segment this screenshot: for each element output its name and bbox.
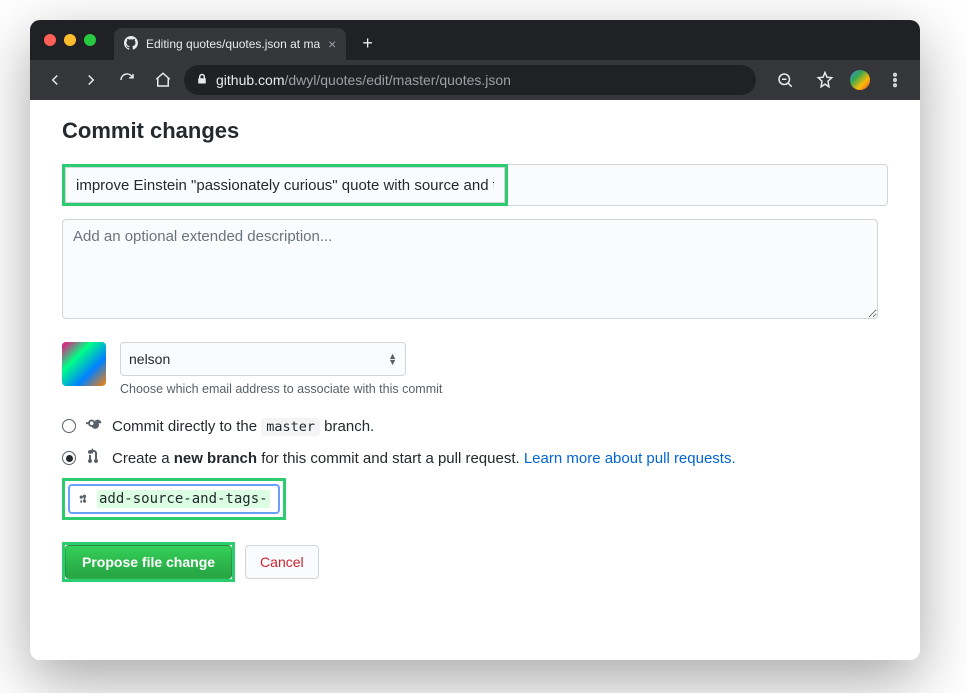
pull-request-learn-more-link[interactable]: Learn more about pull requests. (524, 450, 736, 467)
propose-file-change-button[interactable]: Propose file change (65, 545, 232, 579)
address-bar[interactable]: github.com/dwyl/quotes/edit/master/quote… (184, 65, 756, 95)
commit-direct-option[interactable]: Commit directly to the master branch. (62, 416, 888, 436)
create-branch-label: Create a new branch for this commit and … (112, 450, 736, 467)
home-button[interactable] (148, 65, 178, 95)
bookmark-star-icon[interactable] (810, 65, 840, 95)
branch-name-highlight: add-source-and-tags- (62, 478, 286, 520)
minimize-window-button[interactable] (64, 34, 76, 46)
radio-unchecked[interactable] (62, 419, 76, 433)
browser-window: Editing quotes/quotes.json at ma × + git… (30, 20, 920, 660)
branch-icon (78, 493, 91, 506)
radio-checked[interactable] (62, 451, 76, 465)
commit-icon (86, 416, 102, 436)
titlebar: Editing quotes/quotes.json at ma × + (30, 20, 920, 60)
browser-profile-avatar[interactable] (850, 70, 870, 90)
select-arrows-icon: ▲▼ (388, 353, 397, 365)
forward-button[interactable] (76, 65, 106, 95)
url-text: github.com/dwyl/quotes/edit/master/quote… (216, 72, 511, 88)
lock-icon (196, 72, 208, 88)
commit-title-input[interactable] (65, 167, 505, 203)
url-bar: github.com/dwyl/quotes/edit/master/quote… (30, 60, 920, 100)
browser-tab[interactable]: Editing quotes/quotes.json at ma × (114, 28, 346, 60)
zoom-icon[interactable] (770, 65, 800, 95)
new-tab-button[interactable]: + (362, 33, 373, 54)
page-heading: Commit changes (62, 118, 888, 144)
branch-name-text: add-source-and-tags- (97, 490, 270, 508)
commit-title-remainder[interactable] (508, 164, 888, 206)
close-tab-icon[interactable]: × (328, 36, 336, 52)
page-content: Commit changes nelson ▲▼ Choose which em… (30, 100, 920, 660)
commit-title-highlight (62, 164, 508, 206)
email-selected-value: nelson (129, 351, 170, 367)
back-button[interactable] (40, 65, 70, 95)
email-select[interactable]: nelson ▲▼ (120, 342, 406, 376)
reload-button[interactable] (112, 65, 142, 95)
cancel-button[interactable]: Cancel (245, 545, 319, 579)
commit-description-input[interactable] (62, 219, 878, 319)
commit-direct-label: Commit directly to the master branch. (112, 418, 374, 435)
pull-request-icon (86, 448, 102, 468)
propose-highlight: Propose file change (62, 542, 235, 582)
github-favicon-icon (124, 36, 138, 53)
maximize-window-button[interactable] (84, 34, 96, 46)
branch-name-input[interactable]: add-source-and-tags- (68, 484, 280, 514)
window-controls (44, 34, 96, 46)
email-help-text: Choose which email address to associate … (120, 382, 442, 396)
tab-title: Editing quotes/quotes.json at ma (146, 37, 320, 51)
menu-dots-icon[interactable] (880, 65, 910, 95)
close-window-button[interactable] (44, 34, 56, 46)
user-avatar (62, 342, 106, 386)
create-branch-option[interactable]: Create a new branch for this commit and … (62, 448, 888, 468)
